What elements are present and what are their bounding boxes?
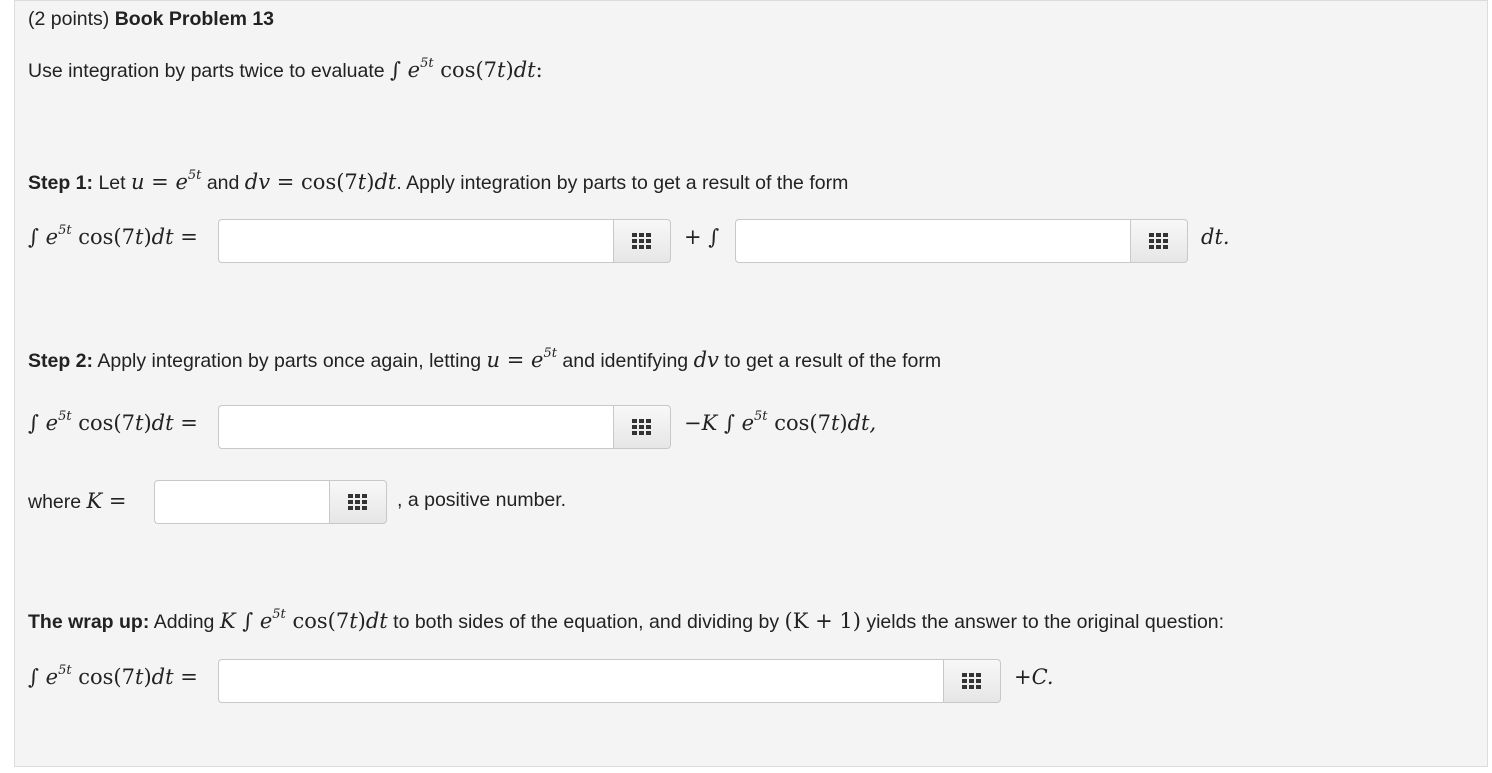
step1-answer-b-input[interactable] (735, 219, 1130, 263)
keypad-icon (632, 233, 651, 249)
step1-text: Step 1: Let u = e5t and dv = cos(7t)dt. … (28, 168, 849, 194)
step1-answer-a-group (218, 219, 671, 263)
intro-line: Use integration by parts twice to evalua… (28, 56, 543, 83)
step2-answer-input[interactable] (218, 405, 613, 449)
u-equals: u = e5t (486, 346, 557, 372)
final-answer-group (218, 659, 1001, 703)
keypad-icon (962, 673, 981, 689)
intro-integral: ∫ e5t cos(7t)dt: (390, 56, 543, 82)
keypad-icon (348, 494, 367, 510)
step2-answer-group (218, 405, 671, 449)
step2-lhs: ∫ e5t cos(7t)dt = (28, 409, 198, 435)
problem-panel (14, 0, 1488, 767)
problem-title: Book Problem 13 (114, 8, 275, 30)
k-plus-one: (K + 1) (784, 609, 861, 633)
final-answer-input[interactable] (218, 659, 943, 703)
plus-c: +C. (1014, 665, 1054, 689)
problem-points: (2 points) (28, 8, 110, 30)
step1-answer-b-group (735, 219, 1188, 263)
k-value-group (154, 480, 387, 524)
step2-text: Step 2: Apply integration by parts once … (28, 346, 942, 372)
step1-label: Step 1: (28, 172, 94, 194)
step1-lhs: ∫ e5t cos(7t)dt = (28, 223, 198, 249)
step2-rhs: −K ∫ e5t cos(7t)dt, (684, 409, 877, 435)
where-k-text: where K = (28, 489, 127, 513)
intro-text: Use integration by parts twice to evalua… (28, 60, 385, 82)
k-value-input[interactable] (154, 480, 329, 524)
problem-header: (2 points) Book Problem 13 (28, 8, 274, 31)
keypad-button[interactable] (1130, 219, 1188, 263)
wrap-up-label: The wrap up: (28, 611, 150, 633)
positive-number-text: , a positive number. (397, 489, 567, 511)
wrap-up-text: The wrap up: Adding K ∫ e5t cos(7t)dt to… (28, 607, 1225, 633)
step2-label: Step 2: (28, 350, 94, 372)
keypad-button[interactable] (613, 405, 671, 449)
u-equals: u = e5t (130, 168, 202, 194)
keypad-icon (1149, 233, 1168, 249)
plus-integral: + ∫ (684, 225, 720, 249)
dv-equals: dv = cos(7t)dt (244, 170, 397, 194)
keypad-button[interactable] (329, 480, 387, 524)
step1-dt: dt. (1201, 225, 1230, 249)
dv-symbol: dv (693, 348, 719, 372)
keypad-icon (632, 419, 651, 435)
final-lhs: ∫ e5t cos(7t)dt = (28, 663, 198, 689)
k-integral: K ∫ e5t cos(7t)dt (219, 607, 388, 633)
keypad-button[interactable] (943, 659, 1001, 703)
step1-answer-a-input[interactable] (218, 219, 613, 263)
keypad-button[interactable] (613, 219, 671, 263)
